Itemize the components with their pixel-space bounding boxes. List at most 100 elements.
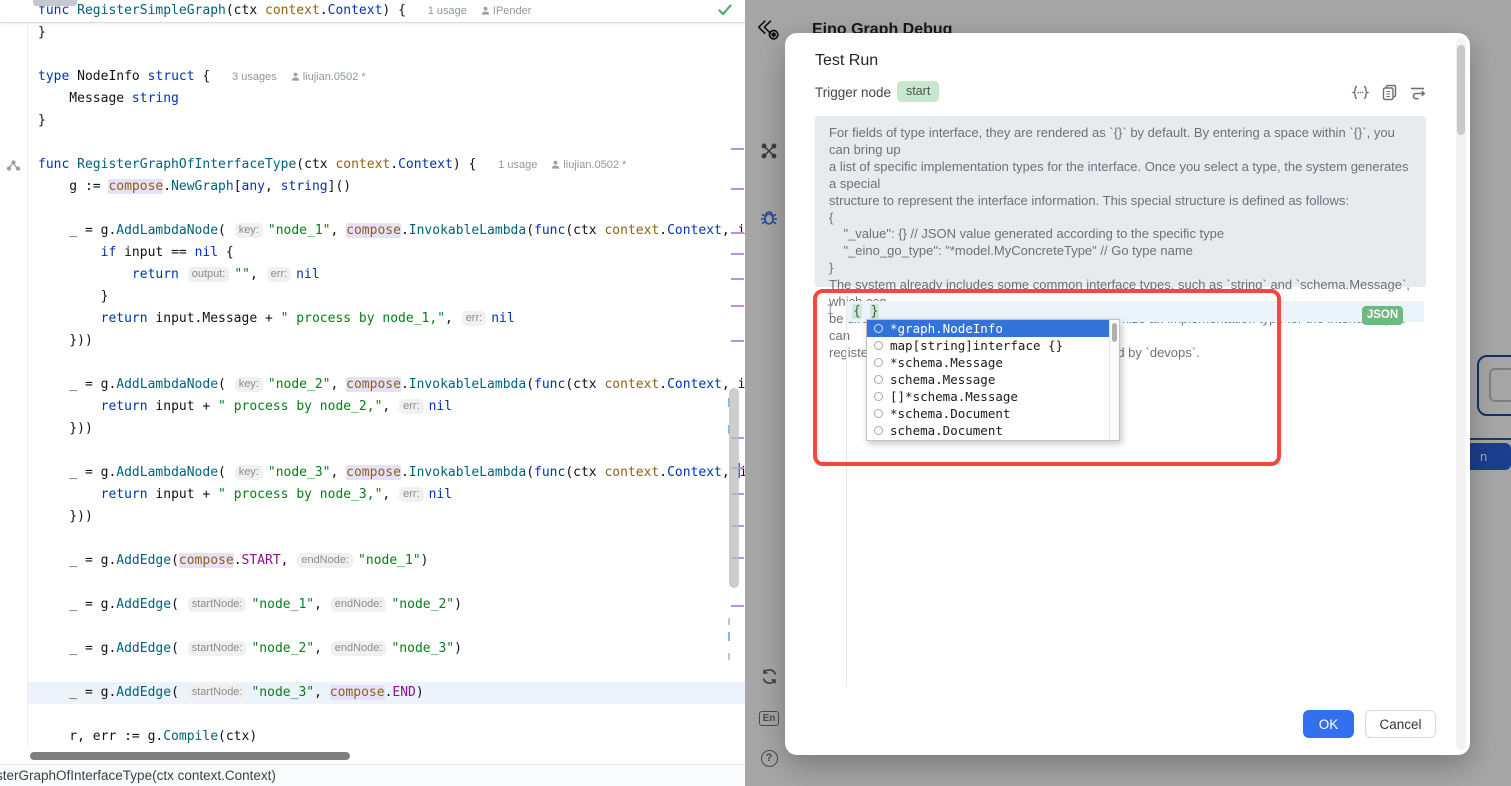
vcs-change-tick <box>731 340 744 342</box>
code-editor[interactable]: } type NodeInfo struct { 3 usagesliujian.… <box>0 0 745 786</box>
code-line[interactable]: })) <box>0 330 745 352</box>
type-option-icon <box>874 392 883 401</box>
vcs-author-hint: liujian.0502 * <box>551 159 626 171</box>
type-option[interactable]: *schema.Document <box>867 405 1119 422</box>
code-line[interactable]: g := compose.NewGraph[any, string]() <box>0 176 745 198</box>
code-line[interactable]: _ = g.AddEdge( startNode:"node_3", compo… <box>0 682 745 704</box>
author-icon <box>551 160 560 169</box>
inlay-hint: startNode: <box>188 597 247 612</box>
type-option[interactable]: *graph.NodeInfo <box>867 320 1119 337</box>
type-option[interactable]: []*schema.Message <box>867 388 1119 405</box>
dialog-title: Test Run <box>815 52 878 70</box>
inlay-hint: key: <box>235 465 263 480</box>
type-option[interactable]: map[string]interface {} <box>867 337 1119 354</box>
code-line[interactable]: return input.Message + " process by node… <box>0 308 745 330</box>
code-line[interactable]: _ = g.AddEdge( startNode:"node_1", endNo… <box>0 594 745 616</box>
vcs-change-tick <box>731 232 744 234</box>
trigger-node-label: Trigger node <box>815 85 891 100</box>
vcs-change-tick <box>731 278 744 280</box>
type-autocomplete-dropdown: *graph.NodeInfomap[string]interface {}*s… <box>866 319 1120 441</box>
test-run-dialog: Test Run Trigger node start <box>785 33 1470 755</box>
code-line[interactable]: return input + " process by node_2,", er… <box>0 396 745 418</box>
breadcrumb[interactable]: sterGraphOfInterfaceType(ctx context.Con… <box>0 765 276 786</box>
json-editor-line-number: 1 <box>826 303 834 318</box>
code-line[interactable] <box>0 660 745 682</box>
type-option[interactable]: schema.Document <box>867 422 1119 439</box>
code-line[interactable]: Message string <box>0 88 745 110</box>
code-line[interactable]: return output:"", err:nil <box>0 264 745 286</box>
type-option-icon <box>874 341 883 350</box>
copy-icon[interactable] <box>1380 83 1399 102</box>
code-line[interactable]: func RegisterGraphOfInterfaceType(ctx co… <box>0 154 745 176</box>
type-option[interactable]: *schema.Message <box>867 354 1119 371</box>
inlay-hint: err: <box>267 267 292 282</box>
vcs-change-tick <box>731 305 744 307</box>
inlay-hint: endNode: <box>331 597 387 612</box>
inspection-ok-icon[interactable] <box>718 3 732 21</box>
type-option-icon <box>874 375 883 384</box>
author-icon <box>481 6 490 15</box>
vcs-author-hint: liujian.0502 * <box>291 71 366 83</box>
usage-hint: 1 usage <box>428 5 467 17</box>
inlay-hint: output: <box>188 267 230 282</box>
dropdown-scrollbar[interactable] <box>1109 320 1119 440</box>
code-line[interactable]: } <box>0 110 745 132</box>
type-option-label: []*schema.Message <box>890 388 1018 405</box>
code-line[interactable]: _ = g.AddEdge( startNode:"node_2", endNo… <box>0 638 745 660</box>
code-line[interactable] <box>0 440 745 462</box>
editor-horizontal-scrollbar[interactable] <box>30 752 350 760</box>
breadcrumb-bar: sterGraphOfInterfaceType(ctx context.Con… <box>0 764 745 786</box>
language-badge: JSON <box>1362 306 1403 325</box>
dialog-scroll-thumb[interactable] <box>1457 45 1465 135</box>
inlay-hint: startNode: <box>188 641 247 656</box>
vcs-change-tick <box>731 605 744 607</box>
inlay-hint: err: <box>462 311 487 326</box>
code-line[interactable] <box>0 616 745 638</box>
tab-scroll-indicator <box>33 0 77 6</box>
type-option-label: *graph.NodeInfo <box>890 320 1003 337</box>
code-line[interactable]: })) <box>0 418 745 440</box>
format-json-icon[interactable] <box>1351 83 1370 102</box>
type-option-icon <box>874 409 883 418</box>
caret-mark-tick <box>728 632 730 641</box>
interface-help-text: For fields of type interface, they are r… <box>815 116 1426 287</box>
editor-vertical-scrollbar[interactable] <box>729 388 739 588</box>
wrap-revert-icon[interactable] <box>1408 83 1427 102</box>
code-line[interactable]: } <box>0 286 745 308</box>
type-option[interactable]: schema.Message <box>867 371 1119 388</box>
code-line[interactable] <box>0 132 745 154</box>
vcs-change-tick <box>731 253 744 255</box>
type-option-label: *schema.Message <box>890 354 1003 371</box>
code-line[interactable]: type NodeInfo struct { 3 usagesliujian.0… <box>0 66 745 88</box>
usage-hint: 3 usages <box>232 71 277 83</box>
code-line[interactable]: _ = g.AddEdge(compose.START, endNode:"no… <box>0 550 745 572</box>
type-option-icon <box>874 358 883 367</box>
code-line[interactable]: r, err := g.Compile(ctx) <box>0 726 745 748</box>
ok-button[interactable]: OK <box>1303 710 1354 738</box>
open-brace: { <box>852 304 862 319</box>
cancel-button[interactable]: Cancel <box>1365 710 1436 738</box>
author-icon <box>291 72 300 81</box>
sticky-function-header[interactable]: func RegisterSimpleGraph(ctx context.Con… <box>0 0 745 23</box>
code-line[interactable]: } <box>0 22 745 44</box>
dialog-scrollbar[interactable] <box>1456 38 1466 750</box>
code-line[interactable] <box>0 528 745 550</box>
code-line[interactable] <box>0 572 745 594</box>
code-line[interactable]: })) <box>0 506 745 528</box>
code-line[interactable]: _ = g.AddLambdaNode( key:"node_2", compo… <box>0 374 745 396</box>
code-line[interactable]: _ = g.AddLambdaNode( key:"node_3", compo… <box>0 462 745 484</box>
graph-gutter-icon[interactable] <box>6 159 21 177</box>
code-line[interactable]: return input + " process by node_3,", er… <box>0 484 745 506</box>
code-line[interactable] <box>0 44 745 66</box>
inlay-hint: key: <box>235 377 263 392</box>
code-line[interactable] <box>0 704 745 726</box>
inlay-hint: startNode: <box>188 685 247 700</box>
editor-gutter <box>0 0 28 748</box>
type-option-label: *schema.Document <box>890 405 1010 422</box>
code-line[interactable]: if input == nil { <box>0 242 745 264</box>
code-line[interactable] <box>0 352 745 374</box>
screen: } type NodeInfo struct { 3 usagesliujian.… <box>0 0 1511 786</box>
inlay-hint: endNode: <box>297 553 353 568</box>
code-line[interactable]: _ = g.AddLambdaNode( key:"node_1", compo… <box>0 220 745 242</box>
code-line[interactable] <box>0 198 745 220</box>
